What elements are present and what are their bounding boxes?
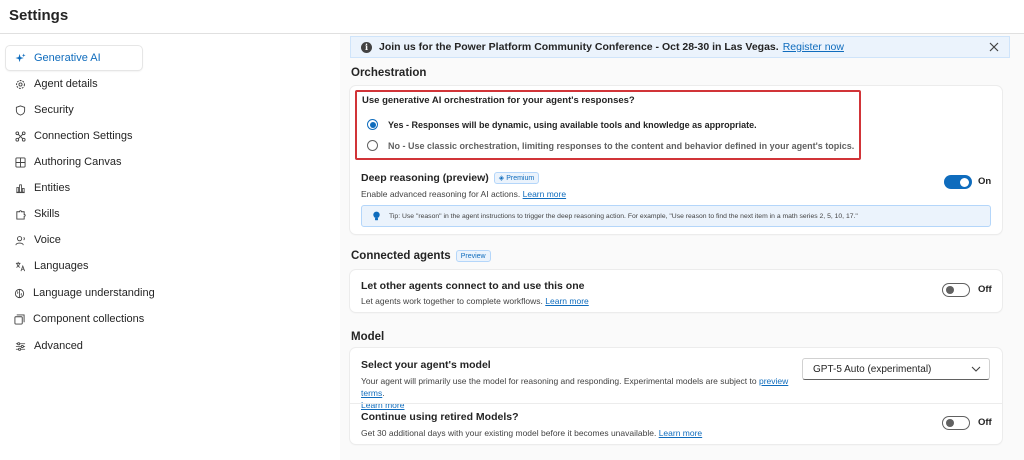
sidebar-item-label: Advanced (34, 340, 83, 352)
canvas-icon (14, 156, 26, 168)
radio-option-yes[interactable]: Yes - Responses will be dynamic, using a… (367, 119, 757, 130)
sparkle-icon (14, 52, 26, 64)
sliders-icon (14, 340, 26, 352)
brain-icon (14, 287, 25, 299)
retired-models-toggle-label: Off (978, 417, 992, 428)
sidebar-item-label: Languages (34, 260, 89, 272)
model-heading: Model (351, 331, 385, 343)
sidebar-item-voice[interactable]: Voice (6, 228, 142, 252)
divider (350, 403, 1002, 404)
top-bar: Settings (0, 0, 1024, 34)
deep-reasoning-title: Deep reasoning (preview) ◈ Premium (361, 172, 540, 184)
deep-reasoning-toggle[interactable] (944, 175, 972, 189)
lightbulb-icon (372, 211, 381, 221)
premium-badge: ◈ Premium (493, 172, 540, 184)
connected-agents-title: Let other agents connect to and use this… (361, 280, 585, 292)
entities-icon (14, 182, 26, 194)
translate-icon (14, 260, 26, 272)
sidebar-item-component-collections[interactable]: Component collections (6, 307, 145, 331)
radio-label: Yes - Responses will be dynamic, using a… (388, 119, 757, 130)
radio-button[interactable] (367, 140, 378, 151)
learn-more-link[interactable]: Learn more (545, 296, 588, 306)
sidebar-item-entities[interactable]: Entities (6, 176, 142, 200)
connected-agents-heading: Connected agents Preview (351, 250, 491, 262)
learn-more-link[interactable]: Learn more (523, 189, 566, 199)
radio-option-no[interactable]: No - Use classic orchestration, limiting… (367, 140, 854, 151)
sidebar-item-label: Component collections (33, 313, 145, 325)
select-model-desc-text: Your agent will primarily use the model … (361, 376, 757, 386)
sidebar-item-label: Voice (34, 234, 61, 246)
sidebar-item-connection-settings[interactable]: Connection Settings (6, 124, 142, 148)
model-dropdown[interactable]: GPT-5 Auto (experimental) (802, 358, 990, 380)
puzzle-icon (14, 208, 26, 220)
retired-models-desc: Get 30 additional days with your existin… (361, 427, 702, 439)
radio-label: No - Use classic orchestration, limiting… (388, 140, 855, 151)
tip-text: Tip: Use "reason" in the agent instructi… (389, 212, 858, 220)
sidebar-item-skills[interactable]: Skills (6, 202, 142, 226)
connected-agents-desc-text: Let agents work together to complete wor… (361, 296, 543, 306)
gear-icon (14, 78, 26, 90)
sidebar-item-advanced[interactable]: Advanced (6, 334, 142, 358)
sidebar-item-label: Connection Settings (34, 130, 133, 142)
connection-icon (14, 130, 26, 142)
shield-icon (14, 104, 26, 116)
select-model-title: Select your agent's model (361, 359, 491, 371)
conference-banner: i Join us for the Power Platform Communi… (350, 36, 1010, 58)
banner-text: Join us for the Power Platform Community… (379, 41, 779, 53)
deep-reasoning-tip: Tip: Use "reason" in the agent instructi… (361, 205, 991, 227)
sidebar-item-languages[interactable]: Languages (6, 254, 142, 278)
connected-agents-toggle-label: Off (978, 284, 992, 295)
select-model-desc-end: . (382, 388, 385, 398)
deep-reasoning-toggle-label: On (978, 176, 992, 187)
deep-reasoning-desc-text: Enable advanced reasoning for AI actions… (361, 189, 521, 199)
deep-reasoning-desc: Enable advanced reasoning for AI actions… (361, 188, 566, 200)
retired-models-desc-text: Get 30 additional days with your existin… (361, 428, 657, 438)
sidebar-item-label: Entities (34, 182, 71, 194)
page-title: Settings (9, 7, 69, 24)
sidebar-item-authoring-canvas[interactable]: Authoring Canvas (6, 150, 142, 174)
sidebar-item-generative-ai[interactable]: Generative AI (6, 46, 142, 70)
sidebar-item-agent-details[interactable]: Agent details (6, 72, 142, 96)
retired-models-toggle[interactable] (942, 416, 970, 430)
sidebar-item-label: Skills (34, 208, 60, 220)
learn-more-link[interactable]: Learn more (361, 400, 404, 410)
model-card: Select your agent's model Your agent wil… (350, 348, 1002, 444)
connected-agents-card: Let other agents connect to and use this… (350, 270, 1002, 312)
premium-badge-label: Premium (506, 174, 535, 182)
sidebar-item-label: Language understanding (33, 287, 155, 299)
connected-agents-toggle[interactable] (942, 283, 970, 297)
sidebar-item-label: Security (34, 104, 74, 116)
deep-reasoning-label: Deep reasoning (preview) (361, 172, 489, 184)
connected-agents-desc: Let agents work together to complete wor… (361, 295, 589, 307)
info-icon: i (361, 41, 372, 53)
register-now-link[interactable]: Register now (783, 41, 844, 53)
sidebar-item-label: Authoring Canvas (34, 156, 122, 168)
orchestration-card: Use generative AI orchestration for your… (350, 86, 1002, 234)
collection-icon (14, 313, 25, 325)
main-content: i Join us for the Power Platform Communi… (340, 34, 1024, 460)
model-dropdown-value: GPT-5 Auto (experimental) (813, 363, 932, 375)
retired-models-title: Continue using retired Models? (361, 411, 519, 423)
learn-more-link[interactable]: Learn more (659, 428, 702, 438)
sidebar: Generative AI Agent details Security Con… (0, 34, 340, 460)
orchestration-heading: Orchestration (351, 67, 427, 79)
diamond-icon: ◈ (498, 175, 505, 182)
sidebar-item-language-understanding[interactable]: Language understanding (6, 281, 155, 305)
radio-button[interactable] (367, 119, 378, 130)
preview-badge: Preview (455, 250, 491, 262)
sidebar-item-label: Agent details (34, 78, 98, 90)
sidebar-item-security[interactable]: Security (6, 98, 142, 122)
close-icon[interactable] (987, 40, 1001, 54)
sidebar-item-label: Generative AI (34, 52, 101, 64)
chevron-down-icon (971, 365, 981, 373)
connected-agents-heading-label: Connected agents (351, 250, 451, 262)
select-model-desc: Your agent will primarily use the model … (361, 375, 791, 411)
voice-icon (14, 234, 26, 246)
